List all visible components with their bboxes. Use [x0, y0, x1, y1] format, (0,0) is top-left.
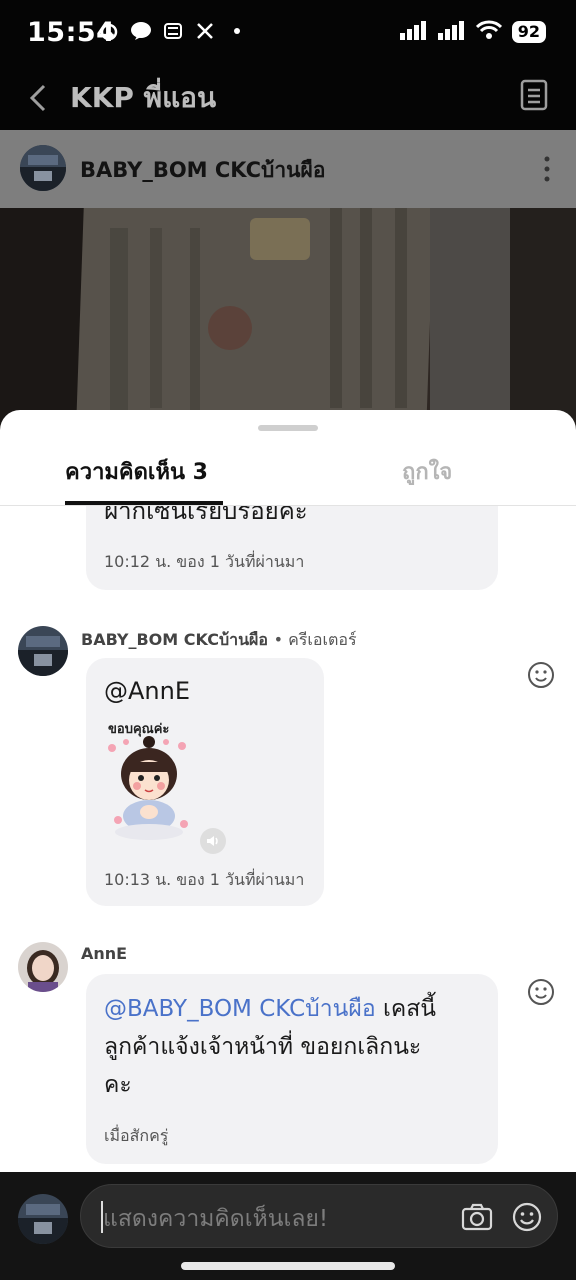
more-notifications-dot-icon	[226, 20, 248, 42]
comment-text: @BABY_BOM CKCบ้านผือ เคสนี้ ลูกค้าแจ้งเจ…	[104, 990, 488, 1104]
sticker-sound-icon[interactable]	[200, 828, 226, 854]
my-avatar	[18, 1194, 68, 1244]
camera-icon[interactable]	[461, 1201, 493, 1233]
app-notification-icon	[162, 20, 184, 42]
mention-link[interactable]: @BABY_BOM CKCบ้านผือ	[104, 996, 376, 1022]
battery-indicator: 92	[511, 21, 546, 43]
comment-time: เมื่อสักครู่	[104, 1126, 169, 1145]
tab-comments[interactable]: ความคิดเห็น 3	[65, 454, 208, 489]
more-options-icon[interactable]	[544, 154, 550, 184]
sticker[interactable]: ขอบคุณค่ะ	[104, 716, 194, 842]
smiley-react-icon[interactable]	[527, 661, 555, 689]
post-image[interactable]	[0, 208, 576, 438]
sticker-text: ขอบคุณค่ะ	[108, 722, 170, 737]
smiley-react-icon[interactable]	[527, 978, 555, 1006]
home-indicator[interactable]	[181, 1262, 395, 1270]
alarm-icon	[98, 20, 120, 42]
commenter-name[interactable]: AnnE	[81, 944, 127, 963]
commenter-avatar[interactable]	[18, 626, 68, 676]
comment-input-bar: แสดงความคิดเห็นเลย!	[0, 1172, 576, 1280]
post-author-name[interactable]: BABY_BOM CKCบ้านผือ	[80, 154, 325, 187]
comment-time: 10:13 น. ของ 1 วันที่ผ่านมา	[104, 870, 305, 889]
note-icon[interactable]	[520, 78, 548, 112]
comment-input-placeholder: แสดงความคิดเห็นเลย!	[103, 1206, 329, 1232]
signal-icon	[399, 20, 428, 44]
comment-time: 10:12 น. ของ 1 วันที่ผ่านมา	[104, 552, 305, 571]
comment-text: ฝากเซ็นเรียบร้อยค่ะ	[104, 506, 308, 525]
page-title: KKP พี่แอน	[70, 81, 217, 114]
drag-handle[interactable]	[258, 425, 318, 431]
x-app-icon	[194, 20, 216, 42]
status-bar: 15:54 92	[0, 0, 576, 66]
comment-bubble: ฝากเซ็นเรียบร้อยค่ะ 10:12 น. ของ 1 วันที…	[86, 506, 498, 590]
commenter-name[interactable]: BABY_BOM CKCบ้านผือ • ครีเอเตอร์	[81, 628, 357, 653]
comment-input[interactable]: แสดงความคิดเห็นเลย!	[80, 1184, 558, 1248]
status-right: 92	[399, 20, 546, 44]
signal-2-icon	[437, 20, 466, 44]
comment-text-line: เคสนี้	[375, 996, 437, 1022]
comments-list[interactable]: ฝากเซ็นเรียบร้อยค่ะ 10:12 น. ของ 1 วันที…	[0, 506, 576, 1172]
nav-header: KKP พี่แอน	[0, 66, 576, 130]
post-author-avatar[interactable]	[20, 145, 66, 191]
wifi-icon	[475, 20, 502, 44]
tab-likes[interactable]: ถูกใจ	[402, 454, 452, 489]
comment-bubble: @AnnE ขอบคุณค่ะ 10:13 น. ของ 1 วันที่ผ่า…	[86, 658, 324, 906]
back-arrow-icon[interactable]	[22, 76, 58, 120]
comment-text-line: คะ	[104, 1072, 132, 1098]
comment-text-line: ลูกค้าแจ้งเจ้าหน้าที่ ขอยกเลิกนะ	[104, 1034, 422, 1060]
commenter-avatar[interactable]	[18, 942, 68, 992]
comment-bubble: @BABY_BOM CKCบ้านผือ เคสนี้ ลูกค้าแจ้งเจ…	[86, 974, 498, 1164]
post-header: BABY_BOM CKCบ้านผือ	[0, 130, 576, 208]
notification-icons	[98, 20, 248, 42]
comments-sheet: ความคิดเห็น 3 ถูกใจ ฝากเซ็นเรียบร้อยค่ะ …	[0, 410, 576, 1172]
commenter-name-text: BABY_BOM CKCบ้านผือ	[81, 630, 268, 649]
emoji-icon[interactable]	[511, 1201, 543, 1233]
line-app-icon	[130, 20, 152, 42]
mention-link[interactable]: @AnnE	[104, 672, 190, 710]
creator-tag: • ครีเอเตอร์	[273, 630, 357, 649]
